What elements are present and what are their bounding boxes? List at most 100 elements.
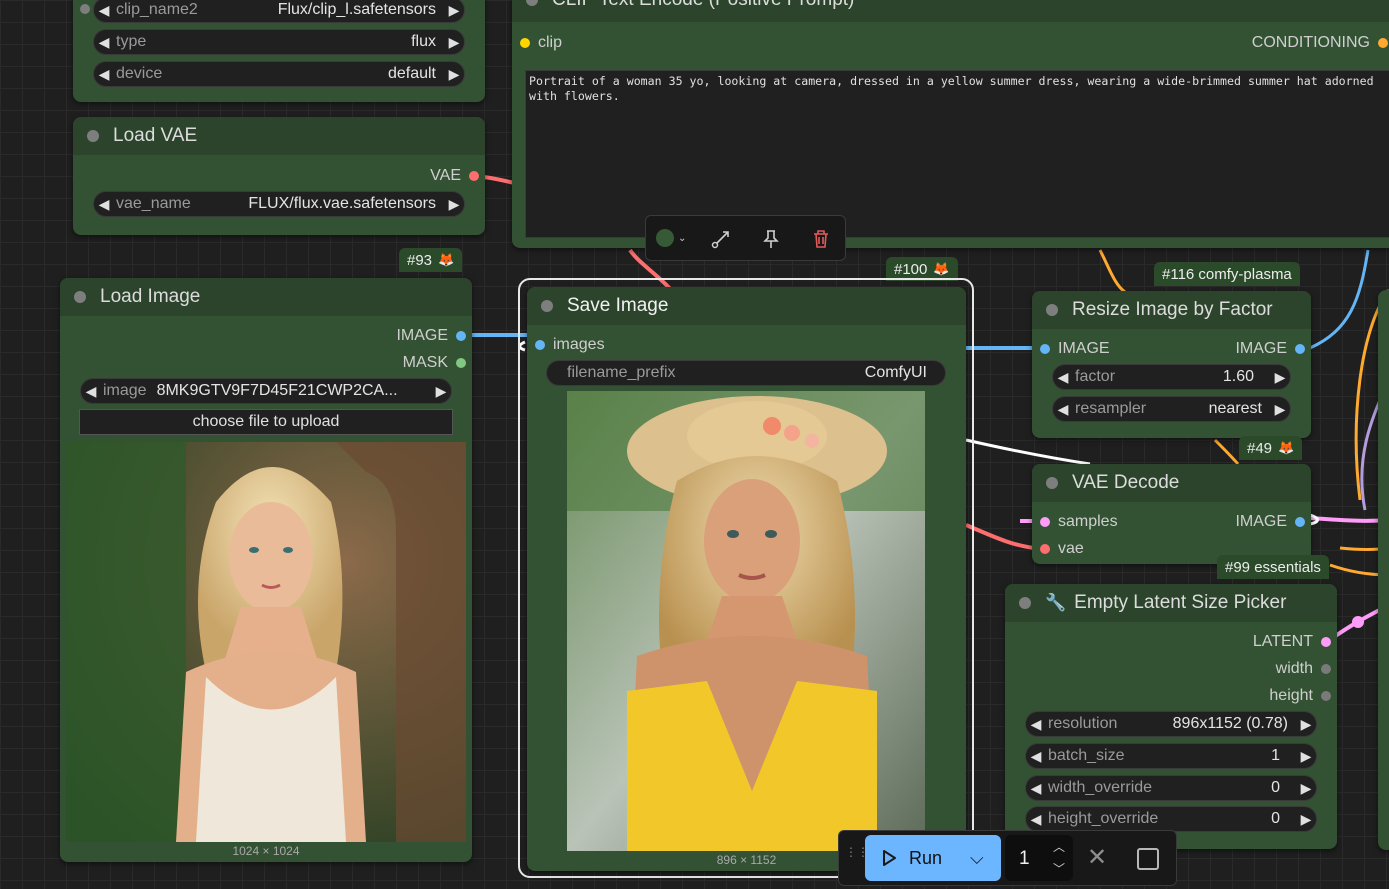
node-header[interactable]: Resize Image by Factor <box>1032 291 1311 329</box>
increment-arrow-icon[interactable]: ▶ <box>1270 369 1290 386</box>
increment-arrow-icon[interactable]: ▶ <box>431 383 451 400</box>
color-picker-icon[interactable]: ⌄ <box>656 229 686 247</box>
slot-dot[interactable] <box>1378 38 1388 48</box>
node-header[interactable]: VAE Decode <box>1032 464 1311 502</box>
output-slot-width[interactable]: width <box>1276 660 1331 678</box>
slot-dot[interactable] <box>1295 344 1305 354</box>
output-slot-vae[interactable]: VAE <box>430 167 479 185</box>
factor-widget[interactable]: ◀ factor 1.60 ▶ <box>1052 364 1291 390</box>
drag-handle-icon[interactable]: ⋮⋮ <box>845 846 869 869</box>
increment-arrow-icon[interactable]: ▶ <box>444 66 464 83</box>
increment-arrow-icon[interactable]: ▶ <box>1296 811 1316 828</box>
output-slot-latent[interactable]: LATENT <box>1253 633 1331 651</box>
increment-arrow-icon[interactable]: ▶ <box>444 196 464 213</box>
increment-arrow-icon[interactable]: ▶ <box>444 34 464 51</box>
node-header[interactable]: Load Image <box>60 278 472 316</box>
vae-name-widget[interactable]: ◀ vae_name FLUX/flux.vae.safetensors ▶ <box>93 191 465 217</box>
slot-dot[interactable] <box>535 340 545 350</box>
increment-arrow-icon[interactable]: ▶ <box>1296 780 1316 797</box>
stop-icon[interactable] <box>1137 848 1159 870</box>
collapse-dot-icon[interactable] <box>1019 597 1031 609</box>
input-slot-samples[interactable]: samples <box>1040 513 1118 531</box>
save-image-node[interactable]: Save Image images filename_prefix ComfyU… <box>527 287 966 871</box>
type-widget[interactable]: ◀ type flux ▶ <box>93 29 465 55</box>
decrement-arrow-icon[interactable]: ◀ <box>81 383 101 400</box>
height-override-widget[interactable]: ◀ height_override 0 ▶ <box>1025 806 1317 832</box>
node-header[interactable]: Load VAE <box>73 117 485 155</box>
dual-clip-loader-node[interactable]: ◀ clip_name2 Flux/clip_l.safetensors ▶ ◀… <box>73 0 485 102</box>
delete-icon[interactable] <box>810 228 832 250</box>
collapse-dot-icon[interactable] <box>87 130 99 142</box>
slot-dot[interactable] <box>1321 664 1331 674</box>
decrement-arrow-icon[interactable]: ◀ <box>94 196 114 213</box>
slot-dot[interactable] <box>520 38 530 48</box>
output-slot-image[interactable]: IMAGE <box>396 327 466 345</box>
node-header[interactable]: Save Image <box>527 287 966 325</box>
clip-text-encode-node[interactable]: CLIP Text Encode (Positive Prompt) clip … <box>512 0 1389 248</box>
increment-arrow-icon[interactable]: ▶ <box>1270 401 1290 418</box>
slot-dot[interactable] <box>1040 544 1050 554</box>
run-mode-chevron-icon[interactable]: ⌵ <box>970 848 984 869</box>
decrement-chevron-icon[interactable]: ﹀ <box>1053 860 1065 877</box>
decrement-arrow-icon[interactable]: ◀ <box>1026 780 1046 797</box>
slot-dot[interactable] <box>1040 344 1050 354</box>
batch-count-input[interactable]: 1 ︿ ﹀ <box>1005 835 1073 881</box>
offscreen-node[interactable] <box>1378 290 1389 850</box>
decrement-arrow-icon[interactable]: ◀ <box>1026 748 1046 765</box>
slot-dot[interactable] <box>456 331 466 341</box>
increment-arrow-icon[interactable]: ▶ <box>444 2 464 19</box>
slot-dot[interactable] <box>1040 517 1050 527</box>
input-slot-clip[interactable]: clip <box>520 34 562 52</box>
vae-decode-node[interactable]: VAE Decode samples vae IMAGE <box>1032 464 1311 564</box>
upload-button[interactable]: choose file to upload <box>79 409 453 435</box>
slot-dot[interactable] <box>1321 637 1331 647</box>
decrement-arrow-icon[interactable]: ◀ <box>1026 716 1046 733</box>
load-vae-node[interactable]: Load VAE VAE ◀ vae_name FLUX/flux.vae.sa… <box>73 117 485 235</box>
increment-arrow-icon[interactable]: ▶ <box>1296 716 1316 733</box>
prompt-textarea[interactable]: Portrait of a woman 35 yo, looking at ca… <box>525 70 1389 238</box>
output-slot-conditioning[interactable]: CONDITIONING <box>1252 34 1388 52</box>
slot-dot[interactable] <box>469 171 479 181</box>
decrement-arrow-icon[interactable]: ◀ <box>1026 811 1046 828</box>
slot-dot[interactable] <box>1321 691 1331 701</box>
pin-icon[interactable] <box>760 228 782 250</box>
input-slot-dot[interactable] <box>80 4 90 14</box>
output-slot-image[interactable]: IMAGE <box>1235 513 1305 531</box>
device-widget[interactable]: ◀ device default ▶ <box>93 61 465 87</box>
load-image-node[interactable]: Load Image IMAGE MASK ◀ image 8MK9GTV9F7… <box>60 278 472 862</box>
node-header[interactable]: 🔧 Empty Latent Size Picker <box>1005 584 1337 622</box>
collapse-dot-icon[interactable] <box>74 291 86 303</box>
collapse-dot-icon[interactable] <box>541 300 553 312</box>
cancel-icon[interactable]: ✕ <box>1087 843 1107 872</box>
batch-size-widget[interactable]: ◀ batch_size 1 ▶ <box>1025 743 1317 769</box>
resolution-widget[interactable]: ◀ resolution 896x1152 (0.78) ▶ <box>1025 711 1317 737</box>
bypass-icon[interactable] <box>710 228 732 250</box>
filename-prefix-input[interactable]: filename_prefix ComfyUI <box>546 360 946 386</box>
output-slot-height[interactable]: height <box>1269 687 1331 705</box>
increment-arrow-icon[interactable]: ▶ <box>1296 748 1316 765</box>
decrement-arrow-icon[interactable]: ◀ <box>94 66 114 83</box>
input-slot-image[interactable]: IMAGE <box>1040 340 1110 358</box>
decrement-arrow-icon[interactable]: ◀ <box>1053 369 1073 386</box>
empty-latent-size-picker-node[interactable]: 🔧 Empty Latent Size Picker LATENT width … <box>1005 584 1337 849</box>
input-slot-vae[interactable]: vae <box>1040 540 1084 558</box>
width-override-widget[interactable]: ◀ width_override 0 ▶ <box>1025 775 1317 801</box>
resize-image-node[interactable]: Resize Image by Factor IMAGE IMAGE ◀ fac… <box>1032 291 1311 438</box>
clip-name2-widget[interactable]: ◀ clip_name2 Flux/clip_l.safetensors ▶ <box>93 0 465 23</box>
slot-dot[interactable] <box>1295 517 1305 527</box>
collapse-dot-icon[interactable] <box>1046 304 1058 316</box>
collapse-dot-icon[interactable] <box>1046 477 1058 489</box>
slot-dot[interactable] <box>456 358 466 368</box>
node-header[interactable]: CLIP Text Encode (Positive Prompt) <box>512 0 1389 22</box>
output-slot-mask[interactable]: MASK <box>403 354 466 372</box>
image-select-widget[interactable]: ◀ image 8MK9GTV9F7D45F21CWP2CA... ▶ <box>80 378 452 404</box>
collapse-dot-icon[interactable] <box>526 0 538 6</box>
decrement-arrow-icon[interactable]: ◀ <box>94 2 114 19</box>
run-button[interactable]: Run ⌵ <box>865 835 1001 881</box>
resampler-widget[interactable]: ◀ resampler nearest ▶ <box>1052 396 1291 422</box>
increment-chevron-icon[interactable]: ︿ <box>1053 838 1065 855</box>
decrement-arrow-icon[interactable]: ◀ <box>94 34 114 51</box>
output-slot-image[interactable]: IMAGE <box>1235 340 1305 358</box>
decrement-arrow-icon[interactable]: ◀ <box>1053 401 1073 418</box>
input-slot-images[interactable]: images <box>535 336 605 354</box>
